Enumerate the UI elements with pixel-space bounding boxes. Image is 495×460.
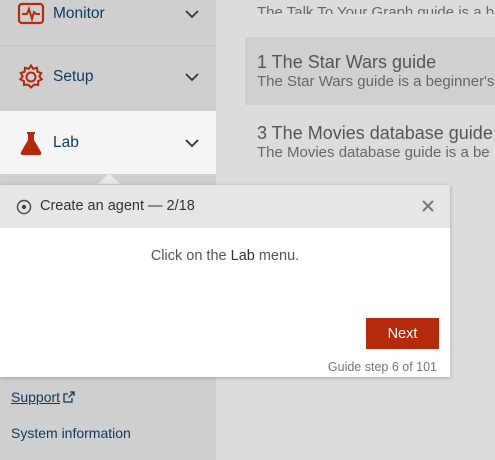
guide-card[interactable]: 3 The Movies database guide The Movies d… xyxy=(245,112,495,172)
target-icon xyxy=(16,199,32,215)
support-label: Support xyxy=(11,389,61,405)
support-link[interactable]: Support xyxy=(11,389,75,405)
sidebar-item-label: Monitor xyxy=(53,5,105,22)
external-link-icon xyxy=(63,390,75,403)
sidebar-item-label: Lab xyxy=(53,133,79,151)
next-button[interactable]: Next xyxy=(366,318,439,349)
sidebar-item-setup[interactable]: Setup xyxy=(0,46,216,109)
guide-popover: Create an agent — 2/18 Click on the Lab … xyxy=(0,185,450,377)
guide-description: The Movies database guide is a be xyxy=(257,144,490,161)
instruction-prefix: Click on the xyxy=(150,248,231,264)
popover-instruction: Click on the Lab menu. xyxy=(0,248,450,264)
guide-card[interactable]: The Talk To Your Graph guide is a b xyxy=(245,0,495,14)
guide-title: 3 The Movies database guide xyxy=(257,123,493,143)
close-icon[interactable] xyxy=(420,198,436,214)
chevron-down-icon xyxy=(183,134,201,152)
guide-title: 1 The Star Wars guide xyxy=(257,52,437,72)
chevron-down-icon xyxy=(183,68,201,86)
system-information-link[interactable]: System information xyxy=(11,425,131,441)
guide-step-counter: Guide step 6 of 101 xyxy=(327,360,437,374)
guide-description: The Talk To Your Graph guide is a b xyxy=(257,4,495,14)
chevron-down-icon xyxy=(183,5,201,23)
sidebar-item-lab[interactable]: Lab xyxy=(0,111,216,184)
popover-title: Create an agent — 2/18 xyxy=(40,198,195,214)
popover-header: Create an agent — 2/18 xyxy=(0,185,450,228)
sidebar-item-monitor[interactable]: Monitor xyxy=(0,0,216,46)
instruction-target: Lab xyxy=(230,248,255,264)
sidebar-item-label: Setup xyxy=(53,68,94,85)
guide-description: The Star Wars guide is a beginner's xyxy=(257,73,495,90)
gear-icon xyxy=(17,63,45,91)
flask-icon xyxy=(17,129,45,157)
instruction-suffix: menu. xyxy=(254,248,300,264)
popover-pointer xyxy=(98,173,120,184)
guide-card[interactable]: 1 The Star Wars guide The Star Wars guid… xyxy=(245,37,495,105)
monitor-pulse-icon xyxy=(17,0,45,28)
